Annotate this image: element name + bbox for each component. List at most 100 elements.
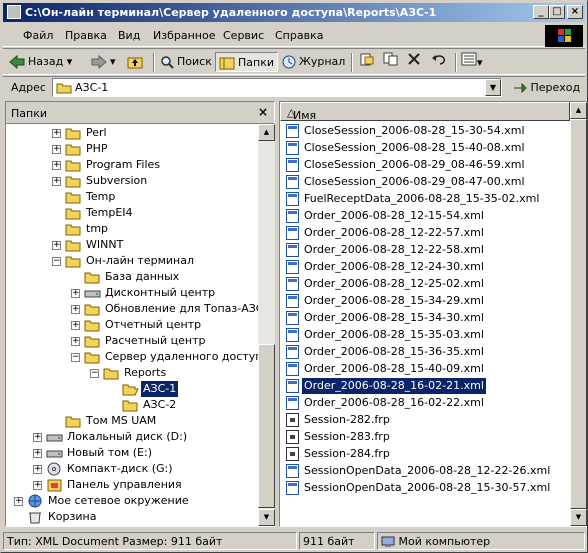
tree-item[interactable]: + Мое сетевое окружение xyxy=(6,493,258,509)
folders-pane: Папки × + Perl + PHP + Program Files + Subversi… xyxy=(5,101,275,527)
menu-edit[interactable]: Правка xyxy=(65,29,107,42)
move-to-button[interactable] xyxy=(359,52,375,72)
tree-item[interactable]: + Perl xyxy=(6,125,258,141)
search-icon xyxy=(161,56,174,69)
expand-icon[interactable]: + xyxy=(52,129,61,138)
close-button[interactable]: × xyxy=(567,5,583,19)
address-value: АЗС-1 xyxy=(75,81,109,94)
folder-icon xyxy=(65,208,81,220)
history-label: Журнал xyxy=(299,55,346,68)
up-folder-button[interactable] xyxy=(127,52,146,72)
tree-item[interactable]: + Program Files xyxy=(6,157,258,173)
tree-item[interactable]: tmp xyxy=(6,221,258,237)
undo-button[interactable] xyxy=(431,52,447,72)
files-scroll-up-button[interactable]: ▲ xyxy=(570,102,587,119)
copy-to-button[interactable] xyxy=(383,52,399,72)
tree-item[interactable]: + Панель управления xyxy=(6,477,258,493)
window-title: C:\Он-лайн терминал\Сервер удаленного до… xyxy=(25,6,437,19)
files-scroll-thumb[interactable] xyxy=(570,119,587,509)
xml-file-icon xyxy=(286,328,299,342)
views-button[interactable]: ▾ xyxy=(461,52,483,72)
expand-icon[interactable]: + xyxy=(71,321,80,330)
folders-vertical-scrollbar[interactable]: ▲ ▼ xyxy=(258,124,275,526)
file-name: CloseSession_2006-08-29_08-47-00.xml xyxy=(304,175,525,188)
tree-item-label: tmp xyxy=(86,222,109,235)
title-bar[interactable]: C:\Он-лайн терминал\Сервер удаленного до… xyxy=(3,3,585,22)
tree-item[interactable]: TempEI4 xyxy=(6,205,258,221)
tree-item[interactable]: − Он-лайн терминал xyxy=(6,253,258,269)
tree-item[interactable]: + WINNT xyxy=(6,237,258,253)
expand-icon[interactable]: + xyxy=(71,305,80,314)
tree-item[interactable]: − Сервер удаленного доступа xyxy=(6,349,258,365)
tree-item[interactable]: + Дисконтный центр xyxy=(6,285,258,301)
scroll-thumb[interactable] xyxy=(258,344,275,508)
folders-pane-close-button[interactable]: × xyxy=(258,105,268,119)
tree-item[interactable]: Корзина xyxy=(6,509,258,525)
xml-file-icon xyxy=(286,379,299,393)
go-button[interactable]: Переход xyxy=(513,79,580,96)
minimize-button[interactable]: _ xyxy=(533,5,549,19)
file-name: SessionOpenData_2006-08-28_12-22-26.xml xyxy=(304,464,551,477)
expand-icon[interactable]: + xyxy=(52,145,61,154)
tree-item[interactable]: АЗС-1 xyxy=(6,381,258,397)
folders-button[interactable]: Папки xyxy=(215,52,278,72)
folder-icon xyxy=(65,192,81,204)
tree-item[interactable]: − Reports xyxy=(6,365,258,381)
expand-icon[interactable]: + xyxy=(71,337,80,346)
expand-icon[interactable]: + xyxy=(33,449,42,458)
history-button[interactable]: Журнал xyxy=(282,52,345,72)
scroll-down-button[interactable]: ▼ xyxy=(258,509,275,526)
tree-item[interactable]: АЗС-2 xyxy=(6,397,258,413)
menu-view[interactable]: Вид xyxy=(118,29,140,42)
expand-icon[interactable]: + xyxy=(14,497,23,506)
scroll-up-button[interactable]: ▲ xyxy=(258,124,275,141)
tree-item[interactable]: База данных xyxy=(6,269,258,285)
tree-item[interactable]: + Расчетный центр xyxy=(6,333,258,349)
files-scroll-down-button[interactable]: ▼ xyxy=(570,509,587,526)
name-column-header[interactable]: Имя △ xyxy=(280,102,570,122)
tree-item-label: Расчетный центр xyxy=(105,334,206,347)
tree-item[interactable]: + PHP xyxy=(6,141,258,157)
collapse-icon[interactable]: − xyxy=(90,369,99,378)
collapse-icon[interactable]: − xyxy=(52,257,61,266)
cdrom-icon xyxy=(47,462,61,476)
address-dropdown-button[interactable]: ▼ xyxy=(485,79,501,96)
menu-help[interactable]: Справка xyxy=(275,29,323,42)
expand-icon[interactable]: + xyxy=(33,433,42,442)
tree-item[interactable]: + Локальный диск (D:) xyxy=(6,429,258,445)
files-vertical-scrollbar[interactable]: ▲ ▼ xyxy=(570,102,587,526)
tree-item-label: АЗС-1 xyxy=(141,381,179,397)
menu-file[interactable]: Файл xyxy=(23,29,53,42)
expand-icon[interactable]: + xyxy=(33,465,42,474)
tree-item[interactable]: + Обновление для Топаз-АЗС xyxy=(6,301,258,317)
tree-item-label: Сервер удаленного доступа xyxy=(105,350,258,363)
tree-item[interactable]: + Компакт-диск (G:) xyxy=(6,461,258,477)
search-button[interactable]: Поиск xyxy=(160,52,212,72)
expand-icon[interactable]: + xyxy=(52,161,61,170)
expand-icon[interactable]: + xyxy=(71,289,80,298)
folders-pane-title: Папки xyxy=(11,107,47,120)
file-name: Order_2006-08-28_12-22-58.xml xyxy=(304,243,484,256)
tree-item[interactable]: + Отчетный центр xyxy=(6,317,258,333)
collapse-icon[interactable]: − xyxy=(71,353,80,362)
expand-icon[interactable]: + xyxy=(52,241,61,250)
tree-item[interactable]: + Новый том (E:) xyxy=(6,445,258,461)
address-label: Адрес xyxy=(11,81,46,94)
tree-item[interactable]: Temp xyxy=(6,189,258,205)
address-input[interactable]: АЗС-1 ▼ xyxy=(52,78,502,97)
xml-file-icon xyxy=(286,209,299,223)
expand-icon[interactable]: + xyxy=(33,481,42,490)
forward-button[interactable]: ▾ xyxy=(91,52,116,72)
tree-item[interactable]: Том MS UAM xyxy=(6,413,258,429)
menu-tools[interactable]: Сервис xyxy=(223,29,264,42)
views-icon xyxy=(461,52,477,66)
file-name: CloseSession_2006-08-28_15-40-08.xml xyxy=(304,141,525,154)
menu-favorites[interactable]: Избранное xyxy=(153,29,215,42)
tree-item[interactable]: + Subversion xyxy=(6,173,258,189)
expand-icon[interactable]: + xyxy=(52,177,61,186)
frp-file-icon xyxy=(286,447,299,461)
back-button[interactable]: Назад ▾ xyxy=(9,52,72,72)
folder-tree: + Perl + PHP + Program Files + Subversion Temp Te… xyxy=(6,124,258,526)
maximize-button[interactable]: □ xyxy=(549,5,565,19)
delete-button[interactable] xyxy=(407,52,421,72)
